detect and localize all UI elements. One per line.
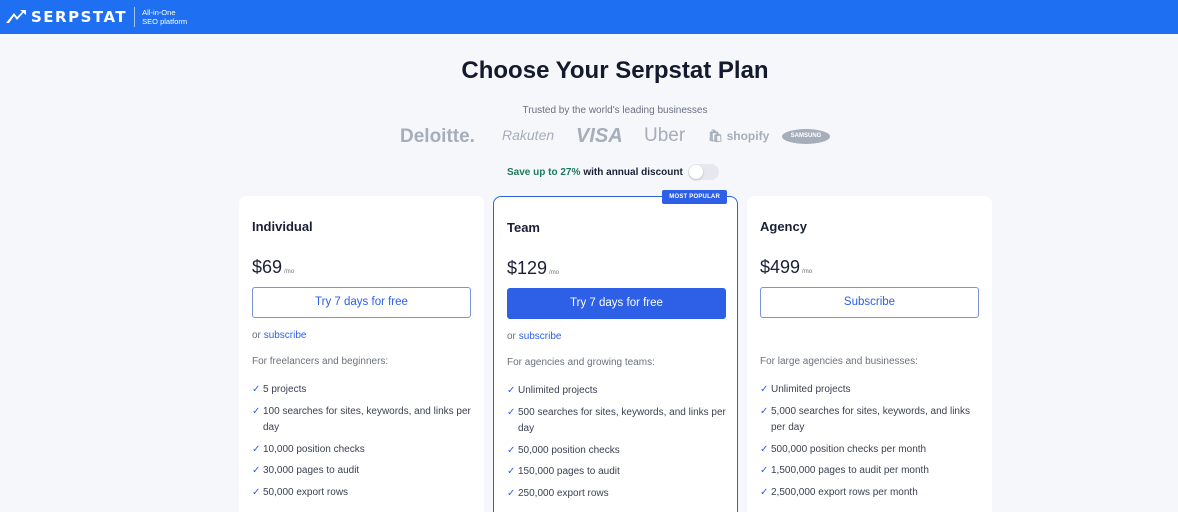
alt-prefix: or xyxy=(507,331,516,342)
feature-item: ✓ 5 projects xyxy=(252,382,474,399)
check-icon: ✓ xyxy=(252,384,261,395)
plan-name: Individual xyxy=(252,219,313,234)
check-icon: ✓ xyxy=(252,465,261,476)
deloitte-logo: Deloitte. xyxy=(400,126,475,147)
check-icon: ✓ xyxy=(507,444,516,456)
check-icon: ✓ xyxy=(760,465,769,476)
logo-tagline: All-in-One SEO platform xyxy=(142,8,187,26)
plan-price: $129/mo xyxy=(507,258,559,279)
feature-text: 2,500,000 export rows per month xyxy=(771,486,918,498)
feature-item: ✓ 30,000 pages to audit xyxy=(252,463,474,480)
visa-logo: VISA xyxy=(576,125,623,147)
tagline-line-2: SEO platform xyxy=(142,17,188,26)
feature-item: ✓ 50,000 export rows xyxy=(252,485,474,502)
subscribe-link[interactable]: subscribe xyxy=(264,330,307,341)
toggle-knob xyxy=(688,165,703,179)
check-icon: ✓ xyxy=(760,384,769,395)
plan-name: Team xyxy=(507,220,540,235)
plan-description: For agencies and growing teams: xyxy=(507,357,655,368)
check-icon: ✓ xyxy=(252,443,261,455)
feature-item: ✓ 50,000 position checks xyxy=(507,443,729,460)
feature-item: ✓ 100 searches for sites, keywords, and l… xyxy=(252,404,474,437)
check-icon: ✓ xyxy=(252,405,261,417)
shopify-logo: 🛍 shopify xyxy=(708,129,770,143)
price-amount: $129 xyxy=(507,258,548,278)
feature-item: ✓ 10,000 position checks xyxy=(252,442,474,459)
check-icon: ✓ xyxy=(760,486,769,498)
check-icon: ✓ xyxy=(507,466,516,477)
feature-text: 500,000 position checks per month xyxy=(771,443,927,455)
feature-item: ✓ 1,500,000 pages to audit per month xyxy=(760,463,982,480)
plan-price: $69/mo xyxy=(252,257,294,278)
feature-item: ✓ Unlimited projects xyxy=(507,383,729,400)
top-header: SERPSTAT All-in-One SEO platform xyxy=(0,0,1178,34)
plan-card-team: MOST POPULAR Team $129/mo Try 7 days for… xyxy=(493,190,738,512)
plan-name: Agency xyxy=(760,219,807,234)
feature-list: ✓ Unlimited projects ✓ 5,000 searches for … xyxy=(760,382,982,506)
logo-divider xyxy=(134,7,136,27)
check-icon: ✓ xyxy=(507,406,516,418)
plan-description: For freelancers and beginners: xyxy=(252,356,389,367)
alt-subscribe: or subscribe xyxy=(507,331,562,342)
feature-item: ✓ 250,000 export rows xyxy=(507,486,729,503)
samsung-logo: SAMSUNG xyxy=(782,129,830,144)
feature-item: ✓ Unlimited projects xyxy=(760,382,982,399)
feature-text: 50,000 position checks xyxy=(518,444,620,456)
feature-item: ✓ 5,000 searches for sites, keywords, and… xyxy=(760,404,982,437)
trusted-text: Trusted by the world's leading businesse… xyxy=(522,105,708,116)
rakuten-logo: Rakuten xyxy=(502,127,555,143)
plan-card-individual: Individual $69/mo Try 7 days for free or… xyxy=(239,196,484,512)
tagline-line-1: All-in-One xyxy=(142,8,176,17)
feature-text: Unlimited projects xyxy=(518,385,598,396)
page-title: Choose Your Serpstat Plan xyxy=(461,57,769,84)
price-period: /mo xyxy=(284,269,295,275)
feature-text: 5 projects xyxy=(263,384,307,395)
feature-text: 150,000 pages to audit xyxy=(518,466,620,477)
feature-item: ✓ 500 searches for sites, keywords, and l… xyxy=(507,405,729,438)
feature-list: ✓ Unlimited projects ✓ 500 searches for si… xyxy=(507,383,729,507)
plan-card-agency: Agency $499/mo Subscribe For large agenc… xyxy=(747,196,992,512)
logo-text: SERPSTAT xyxy=(31,8,128,26)
subscribe-button[interactable]: Subscribe xyxy=(760,287,979,318)
feature-item: ✓ 150,000 pages to audit xyxy=(507,464,729,481)
feature-text: 10,000 position checks xyxy=(263,443,365,455)
most-popular-badge: MOST POPULAR xyxy=(662,190,727,204)
serpstat-logo[interactable]: SERPSTAT All-in-One SEO platform xyxy=(6,6,187,28)
shopify-logo-text: shopify xyxy=(726,129,770,143)
try-free-button[interactable]: Try 7 days for free xyxy=(252,287,471,318)
check-icon: ✓ xyxy=(507,487,516,499)
feature-item: ✓ 500,000 position checks per month xyxy=(760,442,982,459)
check-icon: ✓ xyxy=(760,443,769,455)
check-icon: ✓ xyxy=(760,405,769,417)
discount-accent: Save up to 27% xyxy=(507,166,581,178)
feature-text: Unlimited projects xyxy=(771,384,851,395)
subscribe-link[interactable]: subscribe xyxy=(519,331,562,342)
annual-discount-row: Save up to 27% with annual discount xyxy=(507,164,719,180)
feature-item: ✓ 2,500,000 export rows per month xyxy=(760,485,982,502)
plan-price: $499/mo xyxy=(760,257,812,278)
feature-text: 250,000 export rows xyxy=(518,487,609,499)
price-period: /mo xyxy=(802,269,813,275)
uber-logo: Uber xyxy=(644,125,686,146)
try-free-button[interactable]: Try 7 days for free xyxy=(507,288,726,319)
price-amount: $499 xyxy=(760,257,801,277)
alt-prefix: or xyxy=(252,330,261,341)
alt-subscribe: or subscribe xyxy=(252,330,307,341)
check-icon: ✓ xyxy=(252,486,261,498)
feature-text: 500 searches for sites, keywords, and li… xyxy=(518,406,726,435)
serpstat-logo-icon xyxy=(6,10,26,23)
feature-text: 1,500,000 pages to audit per month xyxy=(771,465,929,476)
feature-text: 30,000 pages to audit xyxy=(263,465,360,476)
feature-text: 50,000 export rows xyxy=(263,486,349,498)
discount-text: with annual discount xyxy=(583,166,683,178)
price-amount: $69 xyxy=(252,257,283,277)
feature-text: 100 searches for sites, keywords, and li… xyxy=(263,405,471,434)
feature-text: 5,000 searches for sites, keywords, and … xyxy=(771,405,970,434)
check-icon: ✓ xyxy=(507,385,516,396)
price-period: /mo xyxy=(549,270,560,276)
plan-description: For large agencies and businesses: xyxy=(760,356,918,367)
annual-discount-toggle[interactable] xyxy=(687,164,719,180)
feature-list: ✓ 5 projects ✓ 100 searches for sites, key… xyxy=(252,382,474,506)
